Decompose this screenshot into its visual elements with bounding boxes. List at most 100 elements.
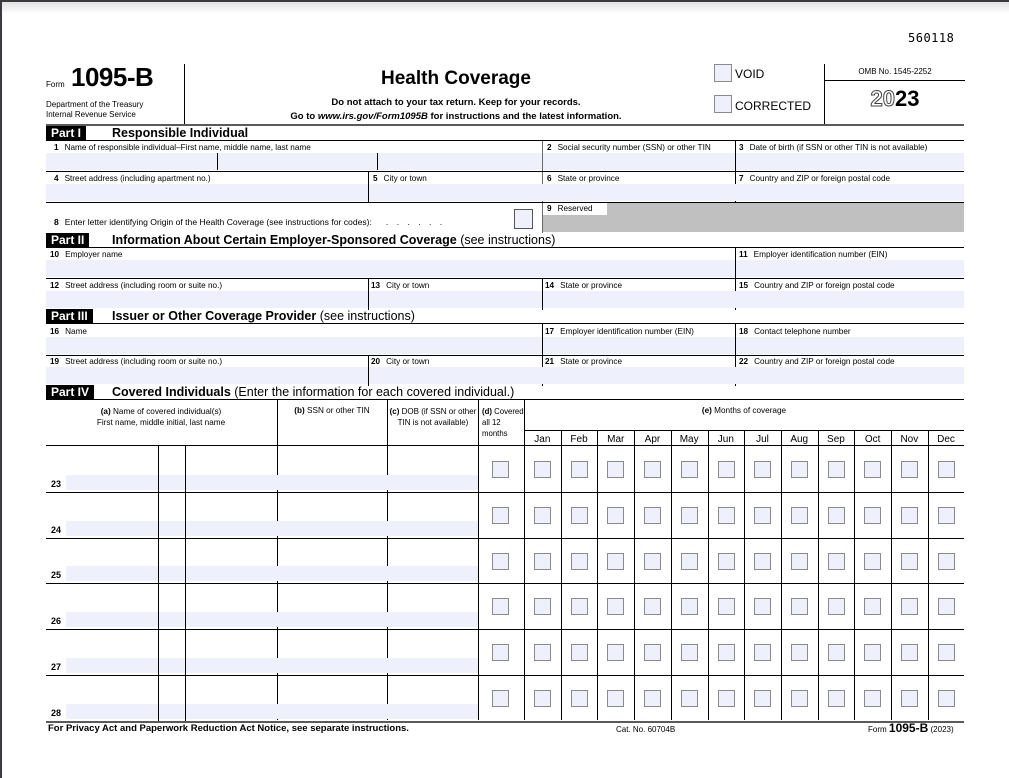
month-checkbox-apr[interactable] xyxy=(644,506,662,524)
month-checkbox-jul[interactable] xyxy=(754,644,772,662)
month-checkbox-feb[interactable] xyxy=(570,461,588,478)
month-checkbox-may[interactable] xyxy=(680,506,698,524)
month-checkbox-apr[interactable] xyxy=(644,461,662,478)
covered-dob-input[interactable] xyxy=(389,448,477,490)
month-checkbox-oct[interactable] xyxy=(864,552,882,570)
void-checkbox[interactable] xyxy=(714,64,732,82)
covered-last-name-input[interactable] xyxy=(186,448,276,490)
month-checkbox-feb[interactable] xyxy=(570,552,588,570)
month-checkbox-sep[interactable] xyxy=(827,552,845,570)
month-checkbox-oct[interactable] xyxy=(864,506,882,524)
field12-street-input[interactable] xyxy=(48,291,366,308)
month-checkbox-feb[interactable] xyxy=(570,598,588,616)
month-checkbox-jan[interactable] xyxy=(534,644,551,662)
covered-dob-input[interactable] xyxy=(389,677,477,719)
month-checkbox-jan[interactable] xyxy=(534,598,551,616)
field18-phone-input[interactable] xyxy=(737,337,964,354)
field13-city-input[interactable] xyxy=(370,291,540,308)
month-checkbox-oct[interactable] xyxy=(864,461,882,478)
field15-zip-input[interactable] xyxy=(737,291,964,308)
field4-street-input[interactable] xyxy=(48,184,366,201)
covered-all-12-months-checkbox[interactable] xyxy=(492,552,509,570)
month-checkbox-dec[interactable] xyxy=(937,598,955,616)
month-checkbox-jan[interactable] xyxy=(534,461,551,478)
month-checkbox-aug[interactable] xyxy=(790,690,808,707)
month-checkbox-may[interactable] xyxy=(680,644,698,662)
field5-city-input[interactable] xyxy=(370,184,540,201)
covered-ssn-input[interactable] xyxy=(279,540,386,582)
covered-last-name-input[interactable] xyxy=(186,677,276,719)
month-checkbox-aug[interactable] xyxy=(790,506,808,524)
month-checkbox-dec[interactable] xyxy=(937,506,955,524)
irs-link[interactable]: www.irs.gov/Form1095B xyxy=(318,111,428,122)
month-checkbox-oct[interactable] xyxy=(864,644,882,662)
covered-all-12-months-checkbox[interactable] xyxy=(492,598,509,616)
month-checkbox-mar[interactable] xyxy=(607,644,625,662)
month-checkbox-dec[interactable] xyxy=(937,644,955,662)
month-checkbox-may[interactable] xyxy=(680,690,698,707)
field1-name-input[interactable] xyxy=(54,153,541,170)
field21-state-input[interactable] xyxy=(544,367,734,384)
covered-middle-initial-input[interactable] xyxy=(159,448,185,490)
covered-first-name-input[interactable] xyxy=(66,631,157,673)
month-checkbox-nov[interactable] xyxy=(901,598,918,616)
field6-state-input[interactable] xyxy=(544,184,734,201)
covered-middle-initial-input[interactable] xyxy=(159,540,185,582)
month-checkbox-aug[interactable] xyxy=(790,598,808,616)
field17-ein-input[interactable] xyxy=(544,337,734,354)
month-checkbox-nov[interactable] xyxy=(901,644,918,662)
field7-zip-input[interactable] xyxy=(737,184,964,201)
field22-zip-input[interactable] xyxy=(737,367,964,384)
covered-first-name-input[interactable] xyxy=(66,585,157,627)
covered-all-12-months-checkbox[interactable] xyxy=(492,644,509,662)
month-checkbox-jan[interactable] xyxy=(534,552,551,570)
covered-ssn-input[interactable] xyxy=(279,448,386,490)
covered-first-name-input[interactable] xyxy=(66,677,157,719)
month-checkbox-jun[interactable] xyxy=(717,690,735,707)
covered-first-name-input[interactable] xyxy=(66,448,157,490)
month-checkbox-aug[interactable] xyxy=(790,644,808,662)
field16-name-input[interactable] xyxy=(48,337,540,354)
month-checkbox-jun[interactable] xyxy=(717,506,735,524)
covered-ssn-input[interactable] xyxy=(279,494,386,536)
month-checkbox-nov[interactable] xyxy=(901,690,918,707)
month-checkbox-sep[interactable] xyxy=(827,506,845,524)
month-checkbox-may[interactable] xyxy=(680,461,698,478)
month-checkbox-sep[interactable] xyxy=(827,690,845,707)
month-checkbox-may[interactable] xyxy=(680,598,698,616)
month-checkbox-oct[interactable] xyxy=(864,690,882,707)
month-checkbox-jul[interactable] xyxy=(754,552,772,570)
month-checkbox-oct[interactable] xyxy=(864,598,882,616)
covered-dob-input[interactable] xyxy=(389,631,477,673)
month-checkbox-jul[interactable] xyxy=(754,506,772,524)
month-checkbox-jul[interactable] xyxy=(754,690,772,707)
month-checkbox-mar[interactable] xyxy=(607,690,625,707)
month-checkbox-mar[interactable] xyxy=(607,598,625,616)
covered-middle-initial-input[interactable] xyxy=(159,494,185,536)
covered-middle-initial-input[interactable] xyxy=(159,631,185,673)
month-checkbox-jul[interactable] xyxy=(754,461,772,478)
covered-all-12-months-checkbox[interactable] xyxy=(492,506,509,524)
covered-all-12-months-checkbox[interactable] xyxy=(492,461,509,478)
month-checkbox-mar[interactable] xyxy=(607,552,625,570)
month-checkbox-may[interactable] xyxy=(680,552,698,570)
field8-origin-code-input[interactable] xyxy=(514,209,533,229)
month-checkbox-nov[interactable] xyxy=(901,461,918,478)
field19-street-input[interactable] xyxy=(48,367,366,384)
month-checkbox-jun[interactable] xyxy=(717,644,735,662)
month-checkbox-nov[interactable] xyxy=(901,552,918,570)
month-checkbox-jun[interactable] xyxy=(717,598,735,616)
month-checkbox-apr[interactable] xyxy=(644,598,662,616)
field2-ssn-input[interactable] xyxy=(544,153,734,170)
month-checkbox-apr[interactable] xyxy=(644,690,662,707)
month-checkbox-sep[interactable] xyxy=(827,598,845,616)
field11-ein-input[interactable] xyxy=(737,260,964,277)
month-checkbox-mar[interactable] xyxy=(607,506,625,524)
covered-last-name-input[interactable] xyxy=(186,585,276,627)
field3-dob-input[interactable] xyxy=(737,153,964,170)
month-checkbox-jun[interactable] xyxy=(717,461,735,478)
covered-dob-input[interactable] xyxy=(389,494,477,536)
covered-last-name-input[interactable] xyxy=(186,540,276,582)
covered-first-name-input[interactable] xyxy=(66,494,157,536)
month-checkbox-nov[interactable] xyxy=(901,506,918,524)
